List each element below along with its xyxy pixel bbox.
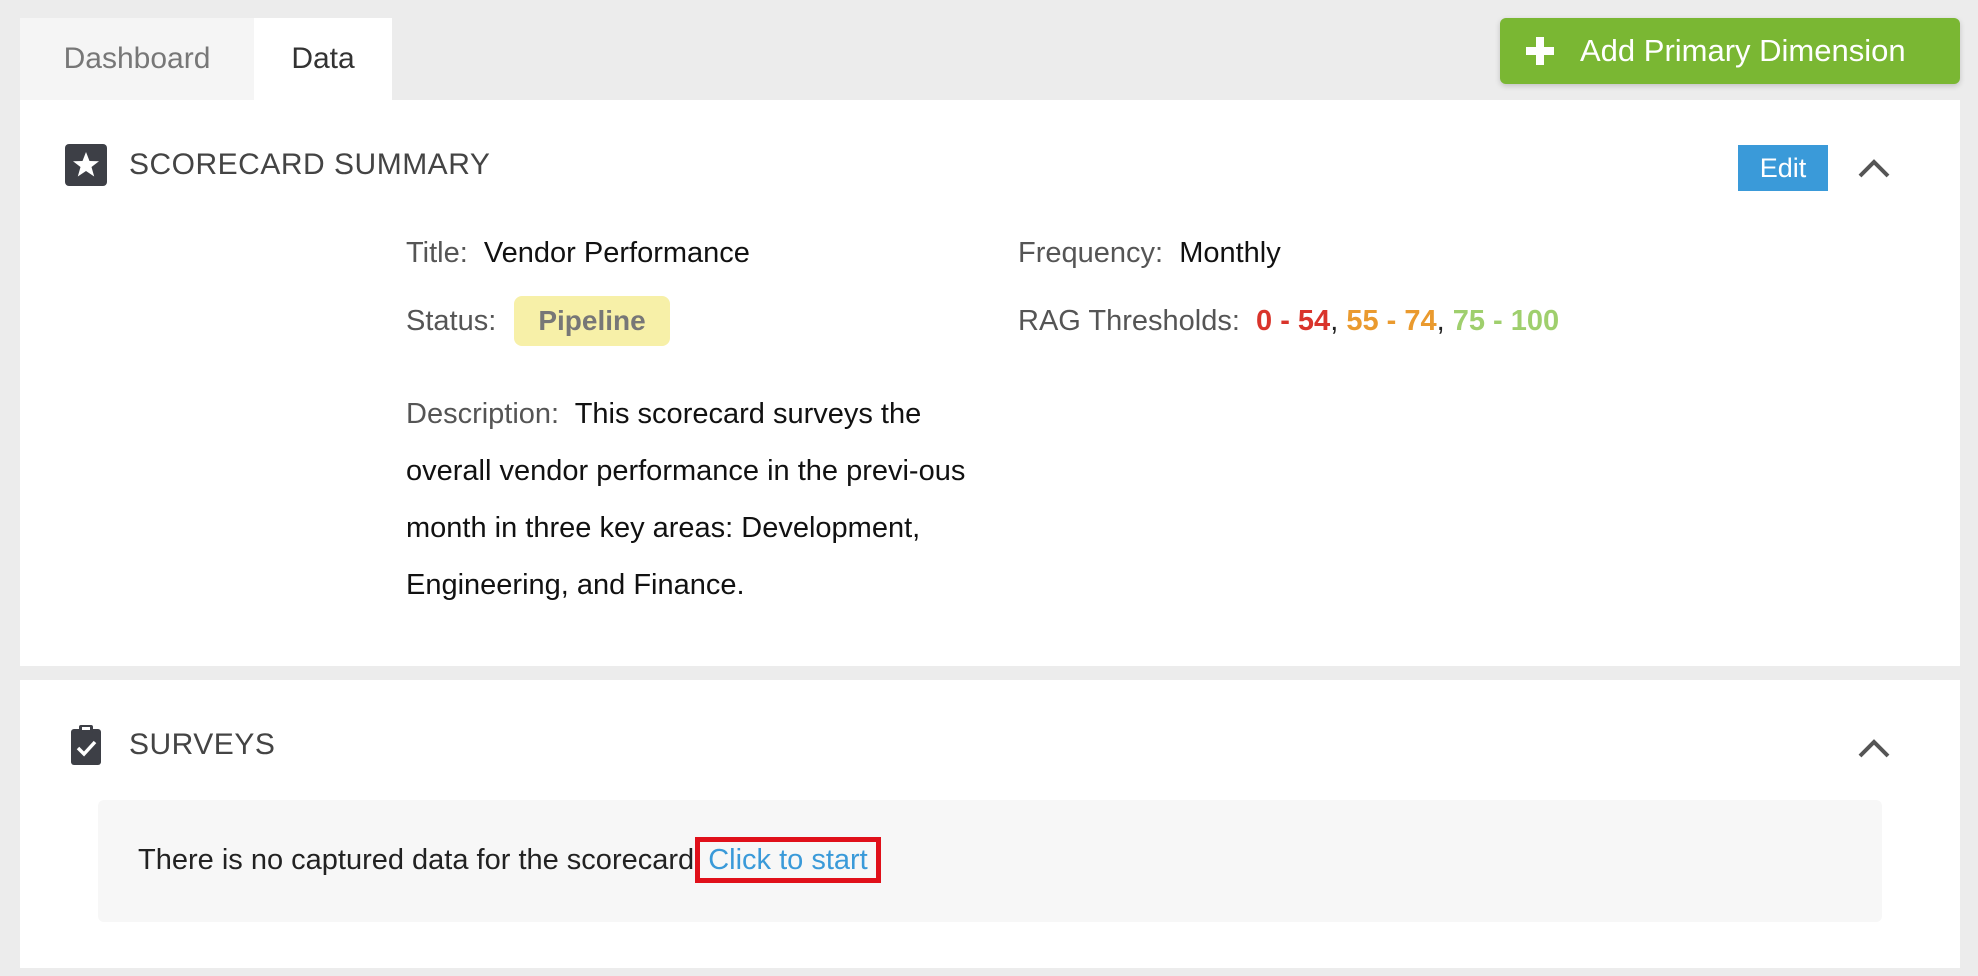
rag-separator: , [1436,305,1445,337]
scorecard-summary-header: SCORECARD SUMMARY [65,144,490,186]
add-primary-dimension-button[interactable]: Add Primary Dimension [1500,18,1960,84]
status-badge: Pipeline [514,296,670,346]
rag-separator: , [1330,305,1339,337]
surveys-header: SURVEYS [65,724,275,766]
title-label: Title: [406,237,468,269]
surveys-panel: SURVEYS There is no captured data for th… [20,680,1960,968]
star-icon [65,144,107,186]
frequency-value: Monthly [1179,237,1281,269]
status-label: Status: [406,305,497,337]
tab-dashboard[interactable]: Dashboard [20,18,254,100]
edit-button[interactable]: Edit [1738,145,1828,191]
rag-thresholds-field: RAG Thresholds: 0 - 54, 55 - 74, 75 - 10… [1018,302,1559,340]
chevron-up-icon[interactable] [1856,156,1892,180]
description-field: Description: This scorecard surveys the … [406,386,966,614]
status-field: Status: Pipeline [406,296,670,346]
surveys-title: SURVEYS [129,728,276,761]
empty-state-message: There is no captured data for the scorec… [138,837,881,883]
frequency-label: Frequency: [1018,237,1164,269]
tab-bar: Dashboard Data [20,18,392,100]
tab-data[interactable]: Data [254,18,392,100]
click-to-start-link[interactable]: Click to start [695,837,881,883]
title-value: Vendor Performance [483,237,750,269]
rag-green-range: 75 - 100 [1452,305,1560,337]
description-label: Description: [406,398,560,430]
rag-red-range: 0 - 54 [1256,305,1331,337]
scorecard-summary-panel: SCORECARD SUMMARY Edit Title: Vendor Per… [20,100,1960,666]
add-primary-dimension-label: Add Primary Dimension [1580,33,1906,68]
plus-icon [1526,37,1554,65]
title-field: Title: Vendor Performance [406,234,750,272]
rag-orange-range: 55 - 74 [1346,305,1437,337]
scorecard-summary-title: SCORECARD SUMMARY [129,148,491,181]
empty-state-text: There is no captured data for the scorec… [138,844,703,876]
chevron-up-icon[interactable] [1856,736,1892,760]
rag-thresholds-label: RAG Thresholds: [1018,305,1240,337]
frequency-field: Frequency: Monthly [1018,234,1281,272]
clipboard-check-icon [71,725,101,765]
